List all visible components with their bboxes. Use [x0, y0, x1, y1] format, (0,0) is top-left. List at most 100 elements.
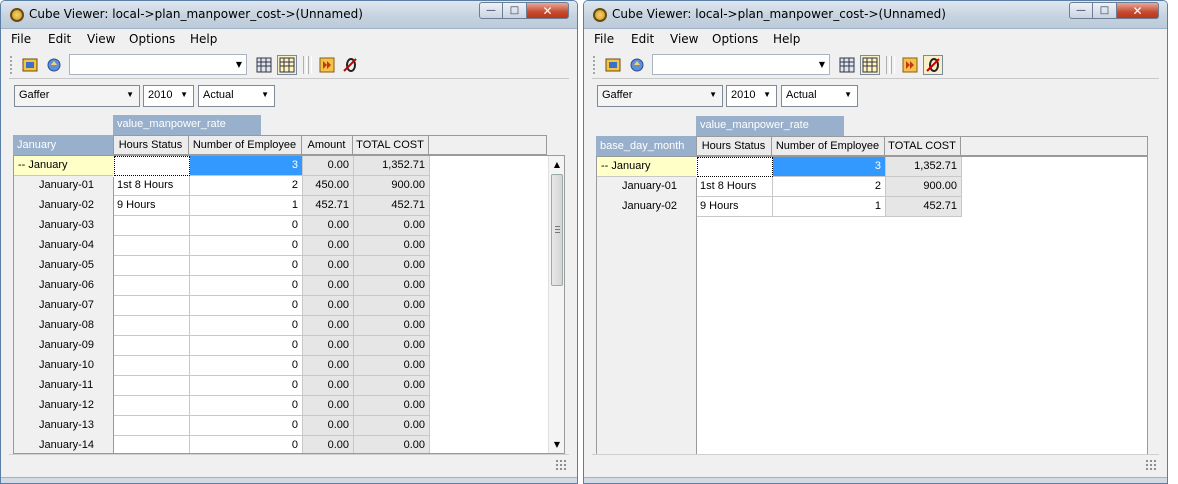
view-selector[interactable]: ▼	[652, 54, 830, 75]
grid-cell[interactable]: 0.00	[354, 276, 430, 296]
row-label-consolidated[interactable]: -- January	[14, 156, 113, 176]
grid-cell[interactable]: 0.00	[303, 156, 354, 176]
menu-help[interactable]: Help	[773, 32, 800, 46]
grid-cell[interactable]: 0	[190, 396, 303, 416]
grid-cell[interactable]: 0.00	[303, 296, 354, 316]
grid-cell[interactable]	[114, 276, 190, 296]
grid-cell[interactable]: 0.00	[354, 316, 430, 336]
view-grid-icon[interactable]	[837, 55, 857, 75]
scroll-thumb[interactable]	[551, 174, 563, 286]
menu-help[interactable]: Help	[190, 32, 217, 46]
grid-cell[interactable]: 0.00	[354, 256, 430, 276]
scroll-up-icon[interactable]: ▲	[549, 156, 564, 173]
grid-cell[interactable]	[114, 436, 190, 453]
grid-cell[interactable]: 3	[773, 157, 886, 177]
grid-cell[interactable]: 0	[190, 436, 303, 453]
row-label[interactable]: January-06	[14, 276, 113, 296]
row-label[interactable]: January-03	[14, 216, 113, 236]
grid-cell[interactable]: 0.00	[303, 236, 354, 256]
forward-icon[interactable]	[900, 55, 920, 75]
column-header[interactable]: Amount	[302, 135, 353, 155]
grid-cell[interactable]: 0	[190, 256, 303, 276]
grid-cell[interactable]: 9 Hours	[697, 197, 773, 217]
row-label[interactable]: January-09	[14, 336, 113, 356]
grid-cell[interactable]: 0	[190, 416, 303, 436]
grid-cell[interactable]: 452.71	[354, 196, 430, 216]
grid-cell[interactable]	[114, 296, 190, 316]
grid-cell[interactable]: 1	[773, 197, 886, 217]
close-button[interactable]: ✕	[1117, 2, 1159, 19]
row-label[interactable]: January-10	[14, 356, 113, 376]
grid-cell[interactable]	[114, 316, 190, 336]
menu-edit[interactable]: Edit	[631, 32, 654, 46]
grid-cell[interactable]	[114, 396, 190, 416]
grid-cell[interactable]: 0.00	[303, 256, 354, 276]
maximize-button[interactable]: □	[1093, 2, 1117, 19]
grid-cell[interactable]	[114, 416, 190, 436]
vertical-scrollbar[interactable]: ▲ ▼	[548, 156, 564, 453]
grid-cell[interactable]: 0	[190, 236, 303, 256]
menu-options[interactable]: Options	[712, 32, 758, 46]
recalculate-icon[interactable]	[603, 55, 623, 75]
grid-cell[interactable]: 1st 8 Hours	[697, 177, 773, 197]
grid-cell[interactable]: 0.00	[303, 316, 354, 336]
grid-cell[interactable]: 0.00	[303, 356, 354, 376]
row-label[interactable]: January-02	[597, 197, 696, 217]
column-header[interactable]: Number of Employee	[772, 136, 885, 156]
column-header[interactable]: TOTAL COST	[353, 135, 429, 155]
menu-view[interactable]: View	[670, 32, 698, 46]
grid-cell[interactable]: 1,352.71	[354, 156, 430, 176]
grid-cell[interactable]: 0	[190, 276, 303, 296]
minimize-button[interactable]: —	[1069, 2, 1093, 19]
grid-cell[interactable]: 900.00	[886, 177, 962, 197]
grid-cell[interactable]: 900.00	[354, 176, 430, 196]
grid-cell[interactable]: 0	[190, 316, 303, 336]
column-header[interactable]: Hours Status	[696, 136, 772, 156]
grid-cell[interactable]: 0.00	[354, 216, 430, 236]
grid-cell[interactable]: 0.00	[354, 336, 430, 356]
resize-grip-icon[interactable]	[555, 459, 567, 471]
row-label[interactable]: January-01	[597, 177, 696, 197]
grid-cell[interactable]: 0.00	[354, 376, 430, 396]
refresh-icon[interactable]	[627, 55, 647, 75]
toolbar-grip[interactable]	[10, 56, 13, 74]
scroll-down-icon[interactable]: ▼	[549, 436, 564, 453]
grid-cell[interactable]: 0	[190, 296, 303, 316]
grid-cell[interactable]: 450.00	[303, 176, 354, 196]
maximize-button[interactable]: □	[503, 2, 527, 19]
grid-cell[interactable]	[114, 336, 190, 356]
grid-cell[interactable]: 0	[190, 216, 303, 236]
menu-edit[interactable]: Edit	[48, 32, 71, 46]
grid-cell[interactable]	[114, 376, 190, 396]
zero-suppress-icon[interactable]	[340, 55, 360, 75]
toolbar-grip[interactable]	[593, 56, 596, 74]
grid-cell[interactable]: 3	[190, 156, 303, 176]
row-label[interactable]: January-02	[14, 196, 113, 216]
grid-cell[interactable]: 0.00	[354, 436, 430, 453]
grid-cell[interactable]: 0.00	[354, 296, 430, 316]
grid-cell[interactable]	[114, 256, 190, 276]
grid-cell[interactable]: 1	[190, 196, 303, 216]
menu-file[interactable]: File	[11, 32, 31, 46]
menu-options[interactable]: Options	[129, 32, 175, 46]
column-header[interactable]: TOTAL COST	[885, 136, 961, 156]
grid-cell[interactable]: 1,352.71	[886, 157, 962, 177]
close-button[interactable]: ✕	[527, 2, 569, 19]
row-label[interactable]: January-01	[14, 176, 113, 196]
grid-cell[interactable]	[114, 216, 190, 236]
forward-icon[interactable]	[317, 55, 337, 75]
row-label[interactable]: January-08	[14, 316, 113, 336]
grid-cell[interactable]: 0.00	[303, 216, 354, 236]
column-header[interactable]: Number of Employee	[189, 135, 302, 155]
grid-cell[interactable]: 0.00	[303, 416, 354, 436]
grid-cell[interactable]: 0.00	[354, 416, 430, 436]
resize-grip-icon[interactable]	[1145, 459, 1157, 471]
grid-cell[interactable]: 2	[773, 177, 886, 197]
grid-cell[interactable]: 0.00	[303, 376, 354, 396]
row-label[interactable]: January-14	[14, 436, 113, 453]
grid-cell[interactable]: 0.00	[303, 336, 354, 356]
grid-cell[interactable]: 0.00	[354, 236, 430, 256]
grid-cell[interactable]: 0.00	[303, 276, 354, 296]
grid-cell[interactable]: 0.00	[303, 396, 354, 416]
grid-cell[interactable]: 452.71	[886, 197, 962, 217]
